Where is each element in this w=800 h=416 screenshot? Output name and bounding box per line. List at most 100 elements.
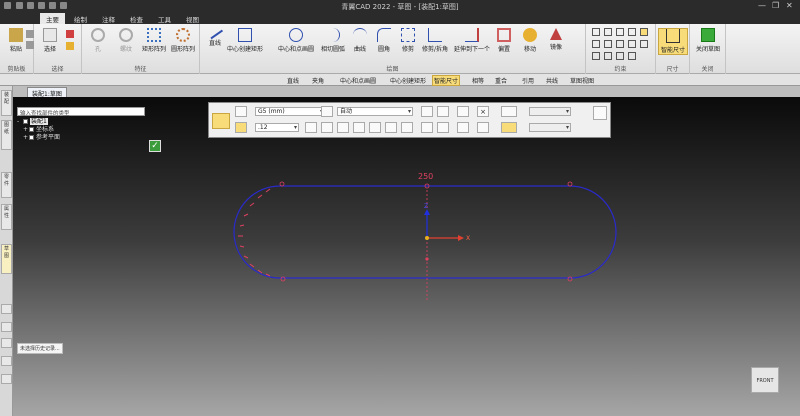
view-cube[interactable]: FRONT [751,367,779,393]
display-icon[interactable] [501,122,517,133]
cut-icon[interactable] [26,30,34,38]
tree-row-coordinate-system[interactable]: + 坐标系 [17,126,117,134]
linear-dim-icon[interactable] [321,122,333,133]
toolstrip-angle[interactable]: 夹角 [312,76,324,85]
disabled-dropdown-1[interactable]: ▾ [529,107,571,116]
minimize-button[interactable]: — [758,1,766,11]
vertical-icon[interactable] [604,28,612,36]
tab-tools[interactable]: 工具 [152,13,177,24]
tree-row-reference-planes[interactable]: + 参考平面 [17,134,117,142]
diameter-dim-icon[interactable] [385,122,397,133]
tree-row-assembly[interactable]: - 装配1 [17,118,117,126]
dimbar-options-icon[interactable] [593,106,607,120]
copy-icon[interactable] [26,41,34,49]
offset-button[interactable]: 偏置 [492,28,516,53]
disabled-dropdown-2[interactable]: ▾ [529,123,571,132]
line-button[interactable]: 直线 [202,24,228,47]
tool-f-icon[interactable] [457,122,469,133]
tangent-arc-button[interactable]: 相切圆弧 [318,28,348,53]
help-icon[interactable] [1,322,12,332]
maximize-button[interactable]: ❐ [772,1,779,11]
merge-icon[interactable] [628,52,636,60]
eye-icon[interactable] [501,106,517,117]
precision-dropdown[interactable]: .12 ▾ [255,123,299,132]
arc-length-dim-icon[interactable] [401,122,413,133]
wrench-icon[interactable] [1,304,12,314]
toolstrip-center-circle[interactable]: 中心和点画圆 [340,76,376,85]
extend-button[interactable]: 延伸到下一个 [452,28,492,53]
toolstrip-equal[interactable]: 相等 [472,76,484,85]
toolstrip-sketch-view[interactable]: 草图视图 [570,76,594,85]
toolstrip-smart-dimension[interactable]: 智能尺寸 [432,75,461,86]
circular-pattern-button[interactable]: 圆形阵列 [168,28,198,53]
tree-filter-input[interactable]: 输入查找部件的类型 [17,107,145,117]
tab-view[interactable]: 视图 [180,13,205,24]
tab-main[interactable]: 主要 [40,13,65,24]
toolstrip-line[interactable]: 直线 [287,76,299,85]
grid-icon[interactable] [1,356,12,366]
equal-icon[interactable] [604,40,612,48]
center-circle-button[interactable]: 中心和点画圆 [274,28,318,53]
close-sketch-button[interactable]: 关闭草图 [692,28,724,53]
move-button[interactable]: 移动 [518,28,542,53]
filter-icon[interactable] [66,30,74,38]
hole-button[interactable]: 孔 [86,28,110,53]
left-tab-part[interactable]: 零件 [1,172,12,198]
checkbox[interactable] [29,127,34,132]
tangent-icon[interactable] [640,28,648,36]
fix-icon[interactable] [616,40,624,48]
expand-icon[interactable]: + [23,127,28,133]
select-mode-icon[interactable] [66,42,74,50]
3d-viewport[interactable] [13,97,800,416]
confirm-check-button[interactable]: ✓ [149,140,161,152]
toolstrip-collinear[interactable]: 共线 [546,76,558,85]
tool-b-icon[interactable] [437,106,449,117]
aligned-dim-icon[interactable] [337,122,349,133]
checkbox[interactable] [29,135,34,140]
lock-dimension-icon[interactable] [235,122,247,133]
checkbox[interactable] [23,119,28,124]
dim-orient-icon[interactable] [305,122,317,133]
expand-icon[interactable]: - [17,119,22,125]
close-x-icon[interactable]: × [477,106,489,117]
angular-dim-icon[interactable] [353,122,365,133]
lock-icon[interactable] [616,52,624,60]
tool-c-icon[interactable] [457,106,469,117]
dimension-mode-dropdown[interactable]: 自动 ▾ [337,107,413,116]
radius-dim-icon[interactable] [369,122,381,133]
tool-d-icon[interactable] [421,122,433,133]
tab-inspect[interactable]: 检查 [124,13,149,24]
curve-button[interactable]: 曲线 [348,28,372,53]
perpendicular-icon[interactable] [628,28,636,36]
layers-icon[interactable] [1,338,12,348]
unit-dropdown[interactable]: G5 (mm)▾ [255,107,325,116]
left-tab-assembly[interactable]: 装配 [1,90,12,116]
mirror-button[interactable]: 镜像 [544,28,568,51]
thread-button[interactable]: 螺纹 [112,28,140,53]
paste-button[interactable]: 粘贴 [4,28,28,53]
expand-icon[interactable]: + [23,135,28,141]
document-tab[interactable]: 装配1:草图 [27,87,67,98]
rect-pattern-button[interactable]: 矩形阵列 [140,28,168,53]
tool-g-icon[interactable] [477,122,489,133]
coincident-icon[interactable] [592,40,600,48]
collinear-icon[interactable] [640,40,648,48]
symmetric-icon[interactable] [628,40,636,48]
center-rect-button[interactable]: 中心创建矩形 [226,28,264,53]
left-tab-sketch[interactable]: 草图 [1,244,12,274]
left-tab-drawing[interactable]: 图纸 [1,120,12,150]
smart-dimension-mode-icon[interactable] [212,113,230,129]
tab-annotate[interactable]: 注释 [96,13,121,24]
dim-type-icon[interactable] [321,106,333,117]
settings-icon[interactable] [1,374,12,384]
trim-button[interactable]: 修剪 [396,28,420,53]
horizontal-icon[interactable] [592,28,600,36]
tool-a-icon[interactable] [421,106,433,117]
toolstrip-reference[interactable]: 引用 [522,76,534,85]
select-button[interactable]: 选择 [38,28,62,53]
midpoint-icon[interactable] [592,52,600,60]
concentric-icon[interactable] [604,52,612,60]
close-window-button[interactable]: ✕ [786,1,793,11]
toolstrip-coincident[interactable]: 重合 [495,76,507,85]
tool-e-icon[interactable] [437,122,449,133]
